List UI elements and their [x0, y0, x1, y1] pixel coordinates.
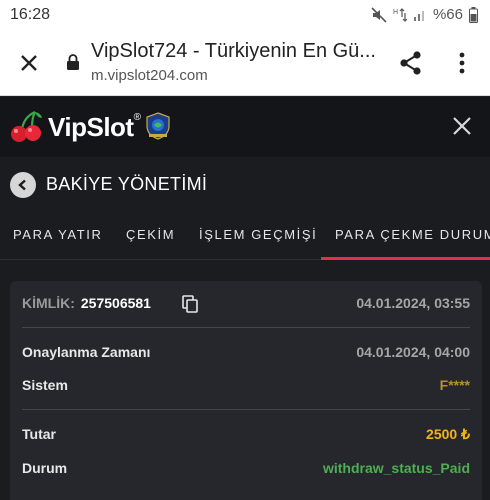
browser-toolbar: VipSlot724 - Türkiyenin En Gü... m.vipsl… — [0, 30, 490, 96]
system-row: Sistem F**** — [22, 377, 470, 401]
system-label: Sistem — [22, 377, 68, 393]
lock-icon — [67, 54, 79, 70]
mute-icon — [371, 6, 387, 23]
tab-bar: PARA YATIR ÇEKİM İŞLEM GEÇMİŞİ PARA ÇEKM… — [0, 212, 490, 260]
site-header: VipSlot ® — [0, 97, 490, 157]
status-icons: H %66 — [371, 6, 478, 23]
status-row: Durum withdraw_status_Paid — [22, 460, 470, 484]
more-menu-icon[interactable] — [452, 48, 472, 78]
active-tab-indicator — [321, 257, 490, 260]
page-title: BAKİYE YÖNETİMİ — [46, 174, 208, 194]
divider — [22, 409, 470, 410]
withdrawal-card: KİMLİK: 257506581 04.01.2024, 03:55 Onayl… — [10, 281, 482, 500]
back-button[interactable] — [10, 172, 36, 198]
id-value: 257506581 — [80, 295, 151, 311]
status-bar: 16:28 H %66 — [0, 0, 490, 30]
tab-deposit[interactable]: PARA YATIR — [13, 227, 102, 242]
id-label: KİMLİK: — [22, 295, 75, 311]
browser-page-title: VipSlot724 - Türkiyenin En Gü... — [91, 40, 376, 62]
cherry-logo-icon — [11, 110, 42, 142]
close-tab-icon[interactable] — [14, 48, 44, 78]
approval-time-label: Onaylanma Zamanı — [22, 344, 151, 360]
share-icon[interactable] — [396, 48, 426, 78]
brand-name: VipSlot — [48, 111, 134, 142]
transaction-id: KİMLİK: 257506581 — [22, 295, 151, 311]
svg-text:H: H — [393, 9, 398, 16]
battery-percent: %66 — [432, 6, 463, 23]
data-transfer-icon: H — [393, 7, 407, 22]
page-header: BAKİYE YÖNETİMİ — [0, 158, 490, 210]
chevron-left-icon — [18, 179, 26, 191]
close-panel-icon[interactable] — [450, 114, 474, 138]
system-value: F**** — [439, 377, 470, 393]
tab-withdrawal-status[interactable]: PARA ÇEKME DURUMU — [335, 227, 490, 242]
transaction-id-row: KİMLİK: 257506581 04.01.2024, 03:55 — [22, 295, 470, 319]
amount-row: Tutar 2500 ₺ — [22, 426, 470, 450]
copy-icon[interactable] — [182, 295, 198, 313]
created-at: 04.01.2024, 03:55 — [356, 295, 470, 311]
site-logo[interactable]: VipSlot ® — [8, 107, 141, 147]
browser-url[interactable]: m.vipslot204.com — [91, 67, 208, 84]
brand-registered-mark: ® — [133, 111, 141, 123]
battery-icon — [469, 6, 478, 23]
status-value: withdraw_status_Paid — [322, 460, 470, 476]
signal-icon — [413, 10, 424, 21]
amount-label: Tutar — [22, 426, 56, 442]
approval-time-row: Onaylanma Zamanı 04.01.2024, 04:00 — [22, 344, 470, 368]
status-time: 16:28 — [10, 6, 51, 23]
tab-transaction-history[interactable]: İŞLEM GEÇMİŞİ — [199, 227, 317, 242]
status-label: Durum — [22, 460, 68, 476]
approval-time-value: 04.01.2024, 04:00 — [356, 344, 470, 360]
amount-value: 2500 ₺ — [426, 426, 470, 442]
tab-withdraw[interactable]: ÇEKİM — [126, 227, 175, 242]
divider — [22, 327, 470, 328]
license-badge-icon — [146, 112, 170, 140]
